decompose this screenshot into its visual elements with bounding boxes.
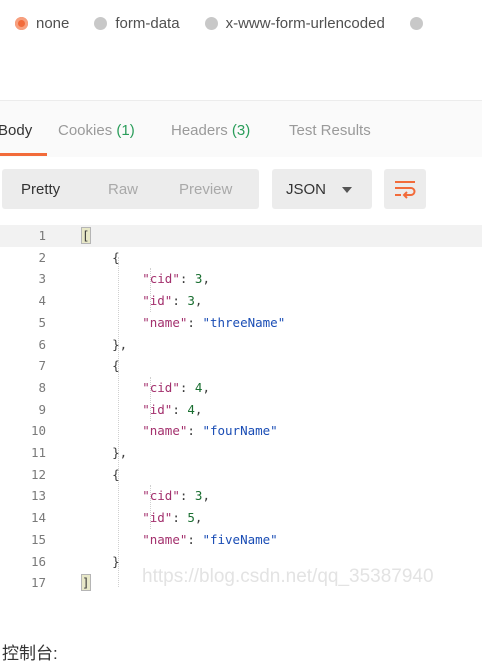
- code-line: 15 "name": "fiveName": [0, 529, 482, 551]
- watermark: https://blog.csdn.net/qq_35387940: [142, 566, 434, 587]
- cookies-count-badge: (1): [116, 122, 135, 139]
- line-number: 10: [30, 423, 46, 439]
- code-line: 2 {: [0, 247, 482, 269]
- radio-label: form-data: [115, 14, 180, 32]
- line-number: 6: [38, 336, 46, 352]
- code-text: "cid": 3,: [142, 488, 210, 504]
- radio-label: none: [36, 14, 70, 32]
- code-line: 11 },: [0, 442, 482, 464]
- line-number: 14: [30, 510, 46, 526]
- tab-test-results[interactable]: Test Results: [289, 122, 371, 139]
- radio-next-cutoff[interactable]: [409, 16, 431, 30]
- view-pretty-button[interactable]: Pretty: [21, 181, 60, 198]
- radio-selected-icon: [15, 16, 28, 30]
- radio-form-data[interactable]: form-data: [94, 14, 180, 32]
- radio-x-www-form-urlencoded[interactable]: x-www-form-urlencoded: [204, 14, 385, 32]
- code-text: },: [112, 445, 128, 460]
- response-tabs: Body Cookies (1) Headers (3) Test Result…: [0, 100, 482, 157]
- view-raw-button[interactable]: Raw: [108, 181, 138, 198]
- line-number: 15: [30, 531, 46, 547]
- code-text: {: [112, 358, 120, 374]
- tab-cookies-label: Cookies: [58, 122, 113, 139]
- view-mode-group: Pretty Raw Preview: [2, 169, 259, 209]
- code-line: 13 "cid": 3,: [0, 485, 482, 507]
- line-number: 13: [30, 488, 46, 504]
- line-number: 4: [38, 293, 46, 309]
- format-select-value: JSON: [286, 181, 327, 198]
- line-number: 5: [38, 314, 46, 330]
- tab-cookies[interactable]: Cookies (1): [58, 122, 135, 139]
- code-text: "cid": 3,: [142, 271, 210, 287]
- code-text: },: [112, 336, 128, 352]
- code-text: "id": 5,: [142, 510, 203, 526]
- wrap-lines-button[interactable]: [384, 169, 426, 209]
- code-line: 8 "cid": 4,: [0, 377, 482, 399]
- code-line: 12 {: [0, 464, 482, 486]
- line-number: 11: [30, 445, 46, 460]
- tab-headers[interactable]: Headers (3): [171, 122, 250, 139]
- code-text: "id": 3,: [142, 293, 203, 309]
- code-text: }: [112, 553, 120, 569]
- code-text: {: [112, 466, 120, 482]
- code-line: 4 "id": 3,: [0, 290, 482, 312]
- active-tab-underline: [0, 153, 47, 156]
- line-number: 3: [38, 271, 46, 287]
- code-text: "name": "threeName": [142, 314, 286, 330]
- line-number: 7: [38, 358, 46, 374]
- code-line: 6 },: [0, 334, 482, 356]
- line-number: 9: [38, 401, 46, 417]
- code-line: 3 "cid": 3,: [0, 268, 482, 290]
- code-line: 14 "id": 5,: [0, 507, 482, 529]
- code-line: 10 "name": "fourName": [0, 420, 482, 442]
- code-text: "cid": 4,: [142, 379, 210, 395]
- line-number: 12: [30, 466, 46, 482]
- radio-unselected-icon: [204, 16, 218, 30]
- code-text: "name": "fourName": [142, 423, 278, 439]
- line-number: 2: [38, 249, 46, 265]
- code-text: "name": "fiveName": [142, 531, 278, 547]
- wrap-lines-icon: [395, 181, 416, 199]
- code-line: 9 "id": 4,: [0, 399, 482, 421]
- code-text: ]: [81, 574, 91, 592]
- response-toolbar: Pretty Raw Preview JSON: [0, 169, 482, 209]
- tab-body[interactable]: Body: [0, 122, 32, 139]
- line-number: 17: [30, 575, 46, 591]
- code-text: [: [81, 227, 91, 244]
- code-line: 1 [: [0, 225, 482, 247]
- line-number: 1: [38, 228, 46, 243]
- radio-label: x-www-form-urlencoded: [225, 14, 385, 32]
- code-text: "id": 4,: [142, 401, 203, 417]
- chevron-down-icon: [342, 187, 352, 193]
- code-text: {: [112, 249, 120, 265]
- format-select[interactable]: JSON: [272, 169, 372, 209]
- headers-count-badge: (3): [231, 122, 251, 139]
- code-line: 7 {: [0, 355, 482, 377]
- body-type-radio-group: none form-data x-www-form-urlencoded: [0, 0, 482, 46]
- console-label: 控制台:: [2, 644, 58, 663]
- line-number: 8: [38, 379, 46, 395]
- line-number: 16: [30, 553, 46, 569]
- tab-headers-label: Headers: [171, 122, 228, 139]
- code-line: 5 "name": "threeName": [0, 312, 482, 334]
- radio-none[interactable]: none: [15, 15, 69, 32]
- view-preview-button[interactable]: Preview: [179, 181, 232, 198]
- radio-unselected-icon: [94, 16, 108, 30]
- response-body-editor[interactable]: 1 [ 2 { 3 "cid": 3, 4 "id": 3, 5 "name":…: [0, 225, 482, 595]
- radio-unselected-icon: [409, 16, 423, 30]
